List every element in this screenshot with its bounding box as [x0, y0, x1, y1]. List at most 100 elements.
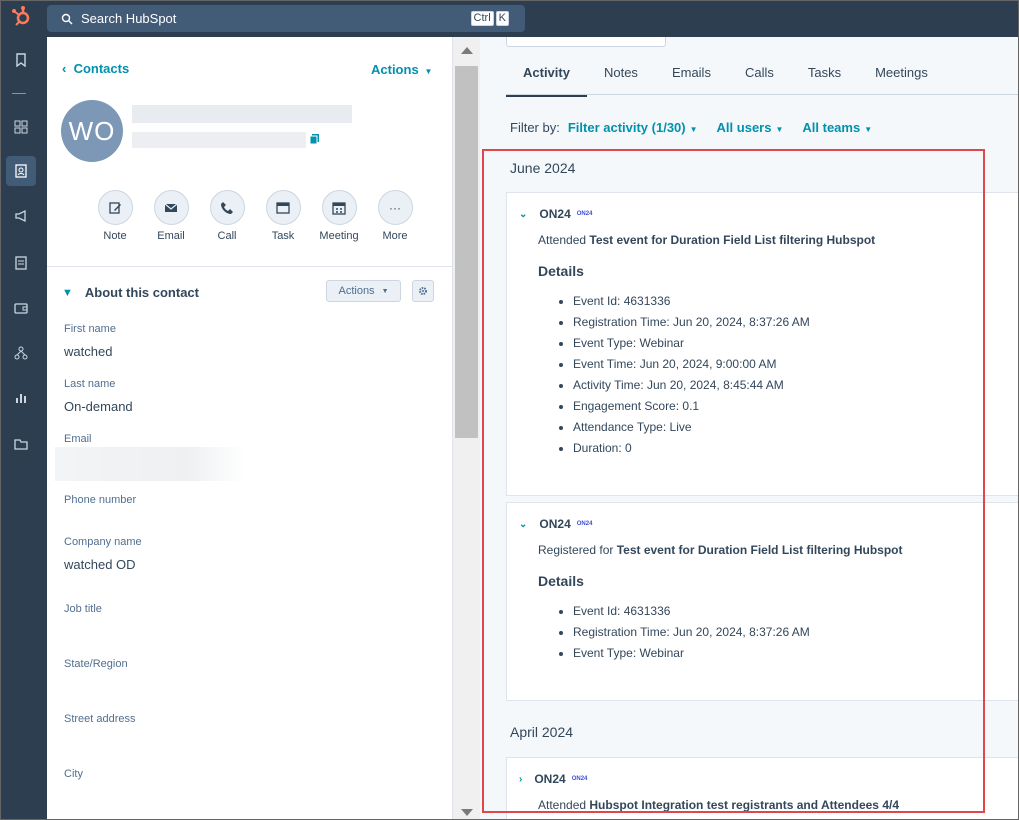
activity-panel: Activity Notes Emails Calls Tasks Meetin…: [480, 37, 1019, 820]
field-email[interactable]: Email: [64, 433, 92, 445]
megaphone-icon[interactable]: [6, 201, 36, 231]
activity-card: ⌄ ON24 ON24 Attended Test event for Dura…: [506, 192, 1019, 496]
field-label: Street address: [64, 713, 136, 725]
detail-item: Event Id: 4631336: [573, 604, 810, 625]
card-header[interactable]: ⌄ ON24 ON24: [519, 517, 592, 531]
task-icon: [276, 201, 290, 214]
tab-activity[interactable]: Activity: [506, 65, 587, 97]
left-nav-rail: [0, 0, 47, 820]
about-actions-button[interactable]: Actions ▼: [326, 280, 401, 302]
card-source: ON24: [534, 772, 566, 786]
wallet-icon[interactable]: [6, 293, 36, 323]
back-to-contacts-link[interactable]: ‹ Contacts: [62, 61, 129, 76]
detail-item: Attendance Type: Live: [573, 420, 810, 441]
meeting-label: Meeting: [319, 230, 359, 242]
avatar: WO: [61, 100, 123, 162]
hubspot-logo-icon[interactable]: [8, 5, 34, 31]
global-search-bar[interactable]: Search HubSpot Ctrl K: [47, 5, 525, 32]
left-panel-scrollbar[interactable]: [453, 37, 480, 820]
on24-logo-icon: ON24: [576, 211, 593, 217]
field-state-region[interactable]: State/Region: [64, 658, 128, 670]
field-label: First name: [64, 323, 116, 335]
field-first-name[interactable]: First name watched: [64, 323, 116, 359]
tab-emails[interactable]: Emails: [655, 65, 728, 97]
about-actions-label: Actions: [338, 285, 375, 297]
tab-notes[interactable]: Notes: [587, 65, 655, 97]
network-icon[interactable]: [6, 338, 36, 368]
pencil-icon: [109, 201, 121, 214]
all-users-label: All users: [716, 120, 772, 135]
card-description: Attended Hubspot Integration test regist…: [538, 798, 899, 812]
task-action[interactable]: Task: [255, 190, 311, 242]
more-action[interactable]: ··· More: [367, 190, 423, 242]
shortcut-k: K: [495, 11, 509, 26]
field-label: Job title: [64, 603, 102, 615]
search-activities-input[interactable]: [506, 37, 666, 47]
all-users-dropdown[interactable]: All users ▼: [717, 120, 784, 135]
note-action[interactable]: Note: [87, 190, 143, 242]
reports-icon[interactable]: [6, 383, 36, 413]
card-event-name: Hubspot Integration test registrants and…: [589, 798, 899, 812]
activity-card: ⌄ ON24 ON24 Registered for Test event fo…: [506, 502, 1019, 701]
contact-actions-menu[interactable]: Actions ▼: [371, 62, 432, 77]
documents-icon[interactable]: [6, 248, 36, 278]
caret-down-icon: ▼: [381, 287, 389, 295]
field-city[interactable]: City: [64, 768, 83, 780]
task-label: Task: [271, 230, 295, 242]
meeting-action[interactable]: Meeting: [311, 190, 367, 242]
filter-row: Filter by: Filter activity (1/30) ▼ All u…: [510, 120, 891, 135]
calendar-icon: [332, 201, 346, 215]
settings-button[interactable]: [412, 280, 434, 302]
chevron-down-icon: ▼: [62, 286, 73, 299]
caret-down-icon: ▼: [422, 67, 433, 76]
email-action[interactable]: Email: [143, 190, 199, 242]
folder-icon[interactable]: [6, 429, 36, 459]
contacts-icon[interactable]: [6, 156, 36, 186]
bookmark-icon[interactable]: [6, 45, 36, 75]
field-label: City: [64, 768, 83, 780]
field-job-title[interactable]: Job title: [64, 603, 102, 615]
on24-logo-icon: ON24: [576, 521, 593, 527]
chevron-down-icon: ⌄: [519, 208, 528, 220]
call-action[interactable]: Call: [199, 190, 255, 242]
scrollbar-thumb[interactable]: [455, 66, 478, 438]
card-event-name: Test event for Duration Field List filte…: [589, 233, 876, 247]
back-link-label: Contacts: [73, 61, 130, 76]
detail-item: Event Id: 4631336: [573, 294, 810, 315]
caret-down-icon: ▼: [775, 125, 784, 134]
all-teams-dropdown[interactable]: All teams ▼: [802, 120, 872, 135]
field-value: watched OD: [64, 557, 136, 572]
search-placeholder: Search HubSpot: [81, 11, 177, 26]
field-last-name[interactable]: Last name On-demand: [64, 378, 133, 414]
card-header[interactable]: › ON24 ON24: [519, 772, 587, 786]
chevron-down-icon: ⌄: [519, 518, 528, 530]
search-icon: [61, 13, 73, 24]
top-bar: Search HubSpot Ctrl K: [47, 0, 1019, 37]
grid-icon[interactable]: [6, 112, 36, 142]
copy-icon[interactable]: [309, 133, 321, 145]
tab-tasks[interactable]: Tasks: [791, 65, 858, 97]
details-list: Event Id: 4631336 Registration Time: Jun…: [555, 294, 810, 462]
card-description: Attended Test event for Duration Field L…: [538, 233, 875, 247]
detail-item: Event Type: Webinar: [573, 336, 810, 357]
filter-activity-dropdown[interactable]: Filter activity (1/30) ▼: [568, 120, 698, 135]
field-company-name[interactable]: Company name watched OD: [64, 536, 142, 572]
field-phone-number[interactable]: Phone number: [64, 494, 136, 506]
detail-item: Activity Time: Jun 20, 2024, 8:45:44 AM: [573, 378, 810, 399]
tab-meetings[interactable]: Meetings: [858, 65, 945, 97]
tab-calls[interactable]: Calls: [728, 65, 791, 97]
field-value: watched: [64, 344, 113, 359]
about-section-toggle[interactable]: ▼ About this contact: [62, 285, 199, 300]
shortcut-ctrl: Ctrl: [470, 11, 494, 26]
details-list: Event Id: 4631336 Registration Time: Jun…: [555, 604, 810, 667]
field-label: Company name: [64, 536, 142, 548]
field-street-address[interactable]: Street address: [64, 713, 136, 725]
field-label: Email: [64, 433, 92, 445]
scroll-down-arrow-icon[interactable]: [461, 809, 473, 816]
filter-activity-label: Filter activity (1/30): [567, 120, 686, 135]
all-teams-label: All teams: [802, 120, 861, 135]
card-verb: Registered for: [538, 543, 614, 557]
scroll-up-arrow-icon[interactable]: [461, 47, 473, 54]
gear-icon: [419, 287, 427, 295]
card-header[interactable]: ⌄ ON24 ON24: [519, 207, 592, 221]
